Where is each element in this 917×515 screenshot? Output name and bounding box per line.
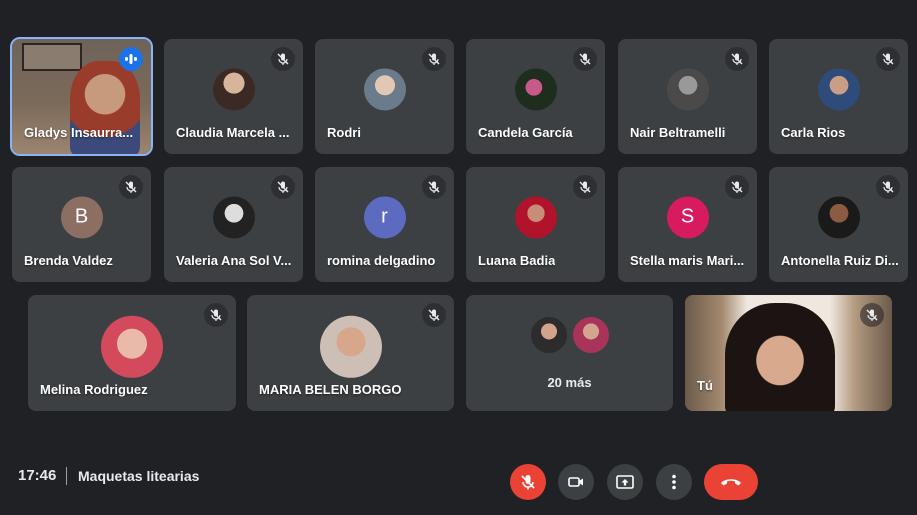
participant-initial-avatar: r (363, 195, 406, 238)
participant-video-person (725, 303, 835, 411)
participant-name: Tú (697, 378, 713, 393)
avatar-initial: S (680, 205, 695, 228)
participant-tile[interactable]: S Stella maris Mari... (618, 167, 757, 282)
meeting-title: Maquetas litearias (78, 468, 200, 484)
participant-tile[interactable]: Rodri (315, 39, 454, 154)
participant-name: Antonella Ruiz Di... (781, 253, 899, 268)
videocam-icon (568, 477, 583, 487)
participant-avatar (319, 315, 382, 378)
participant-avatar (363, 67, 406, 110)
participant-video-person (70, 61, 140, 154)
participant-name: Stella maris Mari... (630, 253, 745, 268)
participant-avatar (528, 315, 569, 355)
participant-avatar (666, 67, 709, 110)
mic-off-icon (860, 303, 884, 327)
participant-name: Melina Rodriguez (40, 382, 148, 397)
mic-off-icon (876, 175, 900, 199)
participant-tile[interactable]: Valeria Ana Sol V... (164, 167, 303, 282)
participant-name: romina delgadino (327, 253, 436, 268)
mic-off-icon (422, 175, 446, 199)
participant-name: Gladys Insaurra... (24, 125, 134, 140)
participant-tile[interactable]: Nair Beltramelli (618, 39, 757, 154)
participant-name: MARIA BELEN BORGO (259, 382, 402, 397)
participant-tile[interactable]: B Brenda Valdez (12, 167, 151, 282)
participant-tile[interactable]: Gladys Insaurra... (10, 37, 153, 156)
mic-off-icon (725, 175, 749, 199)
participant-avatar (817, 195, 860, 238)
mic-off-icon (119, 175, 143, 199)
divider (66, 467, 67, 485)
self-view-tile[interactable]: Tú (685, 295, 892, 411)
participant-tile[interactable]: Carla Rios (769, 39, 908, 154)
mic-off-icon (876, 47, 900, 71)
mic-off-icon (573, 175, 597, 199)
participant-tile[interactable]: MARIA BELEN BORGO (247, 295, 454, 411)
participant-name: Candela García (478, 125, 573, 140)
mic-off-icon (573, 47, 597, 71)
mic-off-icon (422, 303, 446, 327)
participant-avatar (212, 67, 255, 110)
bottom-bar: 17:46 Maquetas litearias (0, 445, 917, 515)
mic-off-icon (271, 175, 295, 199)
participant-initial-avatar: S (666, 195, 709, 238)
more-vert-icon (672, 474, 676, 490)
participant-name: Luana Badia (478, 253, 556, 268)
participant-tile[interactable]: Candela García (466, 39, 605, 154)
more-participants-avatars (528, 315, 611, 355)
wall-picture (22, 43, 82, 71)
mic-off-icon (521, 475, 535, 490)
clock-time: 17:46 (18, 467, 57, 484)
leave-call-button[interactable] (704, 464, 758, 500)
participant-avatar (514, 67, 557, 110)
participant-name: Carla Rios (781, 125, 846, 140)
participant-tile[interactable]: Melina Rodriguez (28, 295, 236, 411)
more-participants-tile[interactable]: 20 más (466, 295, 673, 411)
present-now-button[interactable] (607, 464, 643, 500)
avatar-initial: r (381, 205, 388, 228)
participant-tile[interactable]: Luana Badia (466, 167, 605, 282)
mic-off-icon (204, 303, 228, 327)
toggle-camera-button[interactable] (558, 464, 594, 500)
participant-tile[interactable]: r romina delgadino (315, 167, 454, 282)
participant-name: Valeria Ana Sol V... (176, 253, 292, 268)
more-participants-label: 20 más (547, 375, 592, 390)
speaking-indicator-icon (119, 47, 143, 71)
participant-tile[interactable]: Antonella Ruiz Di... (769, 167, 908, 282)
more-options-button[interactable] (656, 464, 692, 500)
participant-avatar (514, 195, 557, 238)
participant-name: Rodri (327, 125, 361, 140)
participant-avatar (817, 67, 860, 110)
call-end-icon (721, 479, 741, 486)
participant-tile[interactable]: Claudia Marcela ... (164, 39, 303, 154)
mic-off-icon (422, 47, 446, 71)
participant-avatar (101, 315, 163, 378)
participant-name: Nair Beltramelli (630, 125, 726, 140)
avatar-initial: B (74, 205, 89, 228)
present-screen-icon (616, 475, 634, 489)
meeting-stage: Gladys Insaurra... Claudia Marcela ... R… (0, 0, 917, 515)
toggle-mic-button[interactable] (510, 464, 546, 500)
participant-avatar (212, 195, 255, 238)
participant-name: Claudia Marcela ... (176, 125, 290, 140)
participant-initial-avatar: B (60, 195, 103, 238)
participant-name: Brenda Valdez (24, 253, 113, 268)
mic-off-icon (725, 47, 749, 71)
mic-off-icon (271, 47, 295, 71)
participant-avatar (570, 315, 611, 355)
